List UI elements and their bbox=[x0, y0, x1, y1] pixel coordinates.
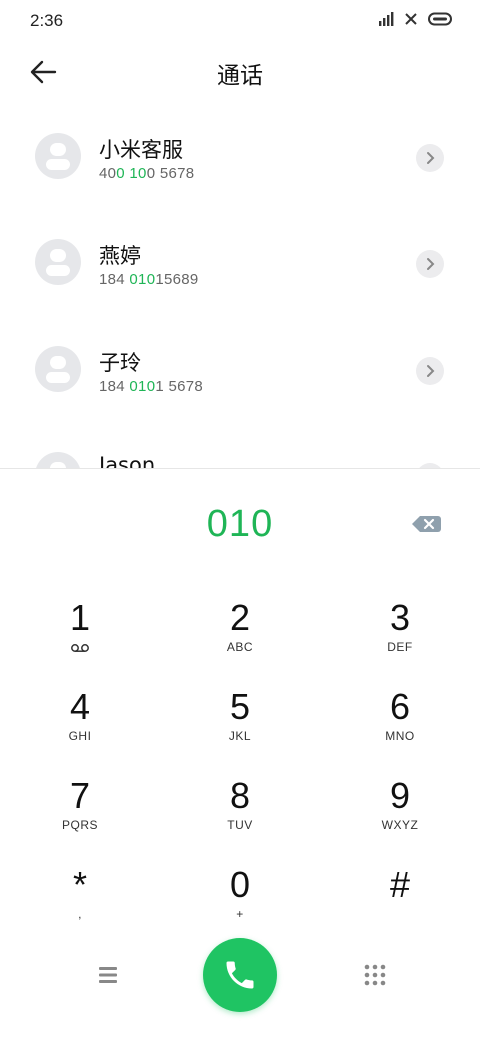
contact-detail-button[interactable] bbox=[416, 144, 444, 172]
avatar bbox=[35, 346, 81, 392]
contact-list: 小米客服 400 100 5678 燕婷 184 01015689 子玲 184… bbox=[0, 102, 480, 468]
call-button[interactable] bbox=[203, 938, 277, 1012]
contact-name: 小米客服 bbox=[99, 138, 183, 162]
key-2[interactable]: 2 ABC bbox=[160, 580, 320, 669]
page-title: 通话 bbox=[217, 63, 263, 89]
chevron-right-icon bbox=[427, 365, 435, 377]
contact-row[interactable]: 小米客服 400 100 5678 bbox=[0, 102, 480, 208]
contact-name: Jason bbox=[99, 453, 156, 468]
key-6[interactable]: 6 MNO bbox=[320, 669, 480, 758]
phone-icon bbox=[226, 961, 254, 989]
avatar bbox=[35, 133, 81, 179]
avatar bbox=[35, 452, 81, 468]
status-bar: 2:36 bbox=[0, 0, 480, 42]
status-time: 2:36 bbox=[30, 11, 64, 30]
contact-number: 184 0101 5678 bbox=[99, 378, 204, 395]
backspace-button[interactable] bbox=[410, 513, 444, 541]
avatar bbox=[35, 239, 81, 285]
bottom-bar bbox=[0, 938, 480, 1014]
no-sim-icon bbox=[405, 13, 417, 25]
chevron-right-icon bbox=[427, 258, 435, 270]
key-0[interactable]: 0 + bbox=[160, 847, 320, 936]
status-icons bbox=[378, 12, 454, 26]
contact-row[interactable]: 燕婷 184 01015689 bbox=[0, 208, 480, 314]
contact-number: 184 01015689 bbox=[99, 271, 199, 288]
menu-button[interactable] bbox=[92, 960, 124, 990]
battery-icon bbox=[428, 12, 452, 26]
key-5[interactable]: 5 JKL bbox=[160, 669, 320, 758]
key-1[interactable]: 1 bbox=[0, 580, 160, 669]
dialed-number: 010 bbox=[206, 503, 274, 545]
key-hash[interactable]: # bbox=[320, 847, 480, 936]
header: 通话 bbox=[0, 42, 480, 102]
key-4[interactable]: 4 GHI bbox=[0, 669, 160, 758]
voicemail-icon bbox=[71, 644, 89, 652]
key-star[interactable]: * , bbox=[0, 847, 160, 936]
contact-row[interactable]: 子玲 184 0101 5678 bbox=[0, 315, 480, 421]
key-3[interactable]: 3 DEF bbox=[320, 580, 480, 669]
chevron-right-icon bbox=[427, 152, 435, 164]
divider bbox=[0, 468, 480, 469]
signal-icon bbox=[379, 12, 394, 26]
contact-detail-button[interactable] bbox=[416, 357, 444, 385]
dialpad-icon bbox=[364, 964, 386, 986]
contact-row[interactable]: Jason bbox=[0, 421, 480, 468]
key-8[interactable]: 8 TUV bbox=[160, 758, 320, 847]
key-7[interactable]: 7 PQRS bbox=[0, 758, 160, 847]
key-9[interactable]: 9 WXYZ bbox=[320, 758, 480, 847]
dialpad-toggle-button[interactable] bbox=[360, 960, 390, 990]
contact-name: 子玲 bbox=[99, 351, 141, 375]
contact-number: 400 100 5678 bbox=[99, 165, 195, 182]
contact-name: 燕婷 bbox=[99, 244, 141, 268]
menu-icon bbox=[99, 967, 117, 983]
backspace-icon bbox=[412, 516, 441, 532]
contact-detail-button[interactable] bbox=[416, 250, 444, 278]
